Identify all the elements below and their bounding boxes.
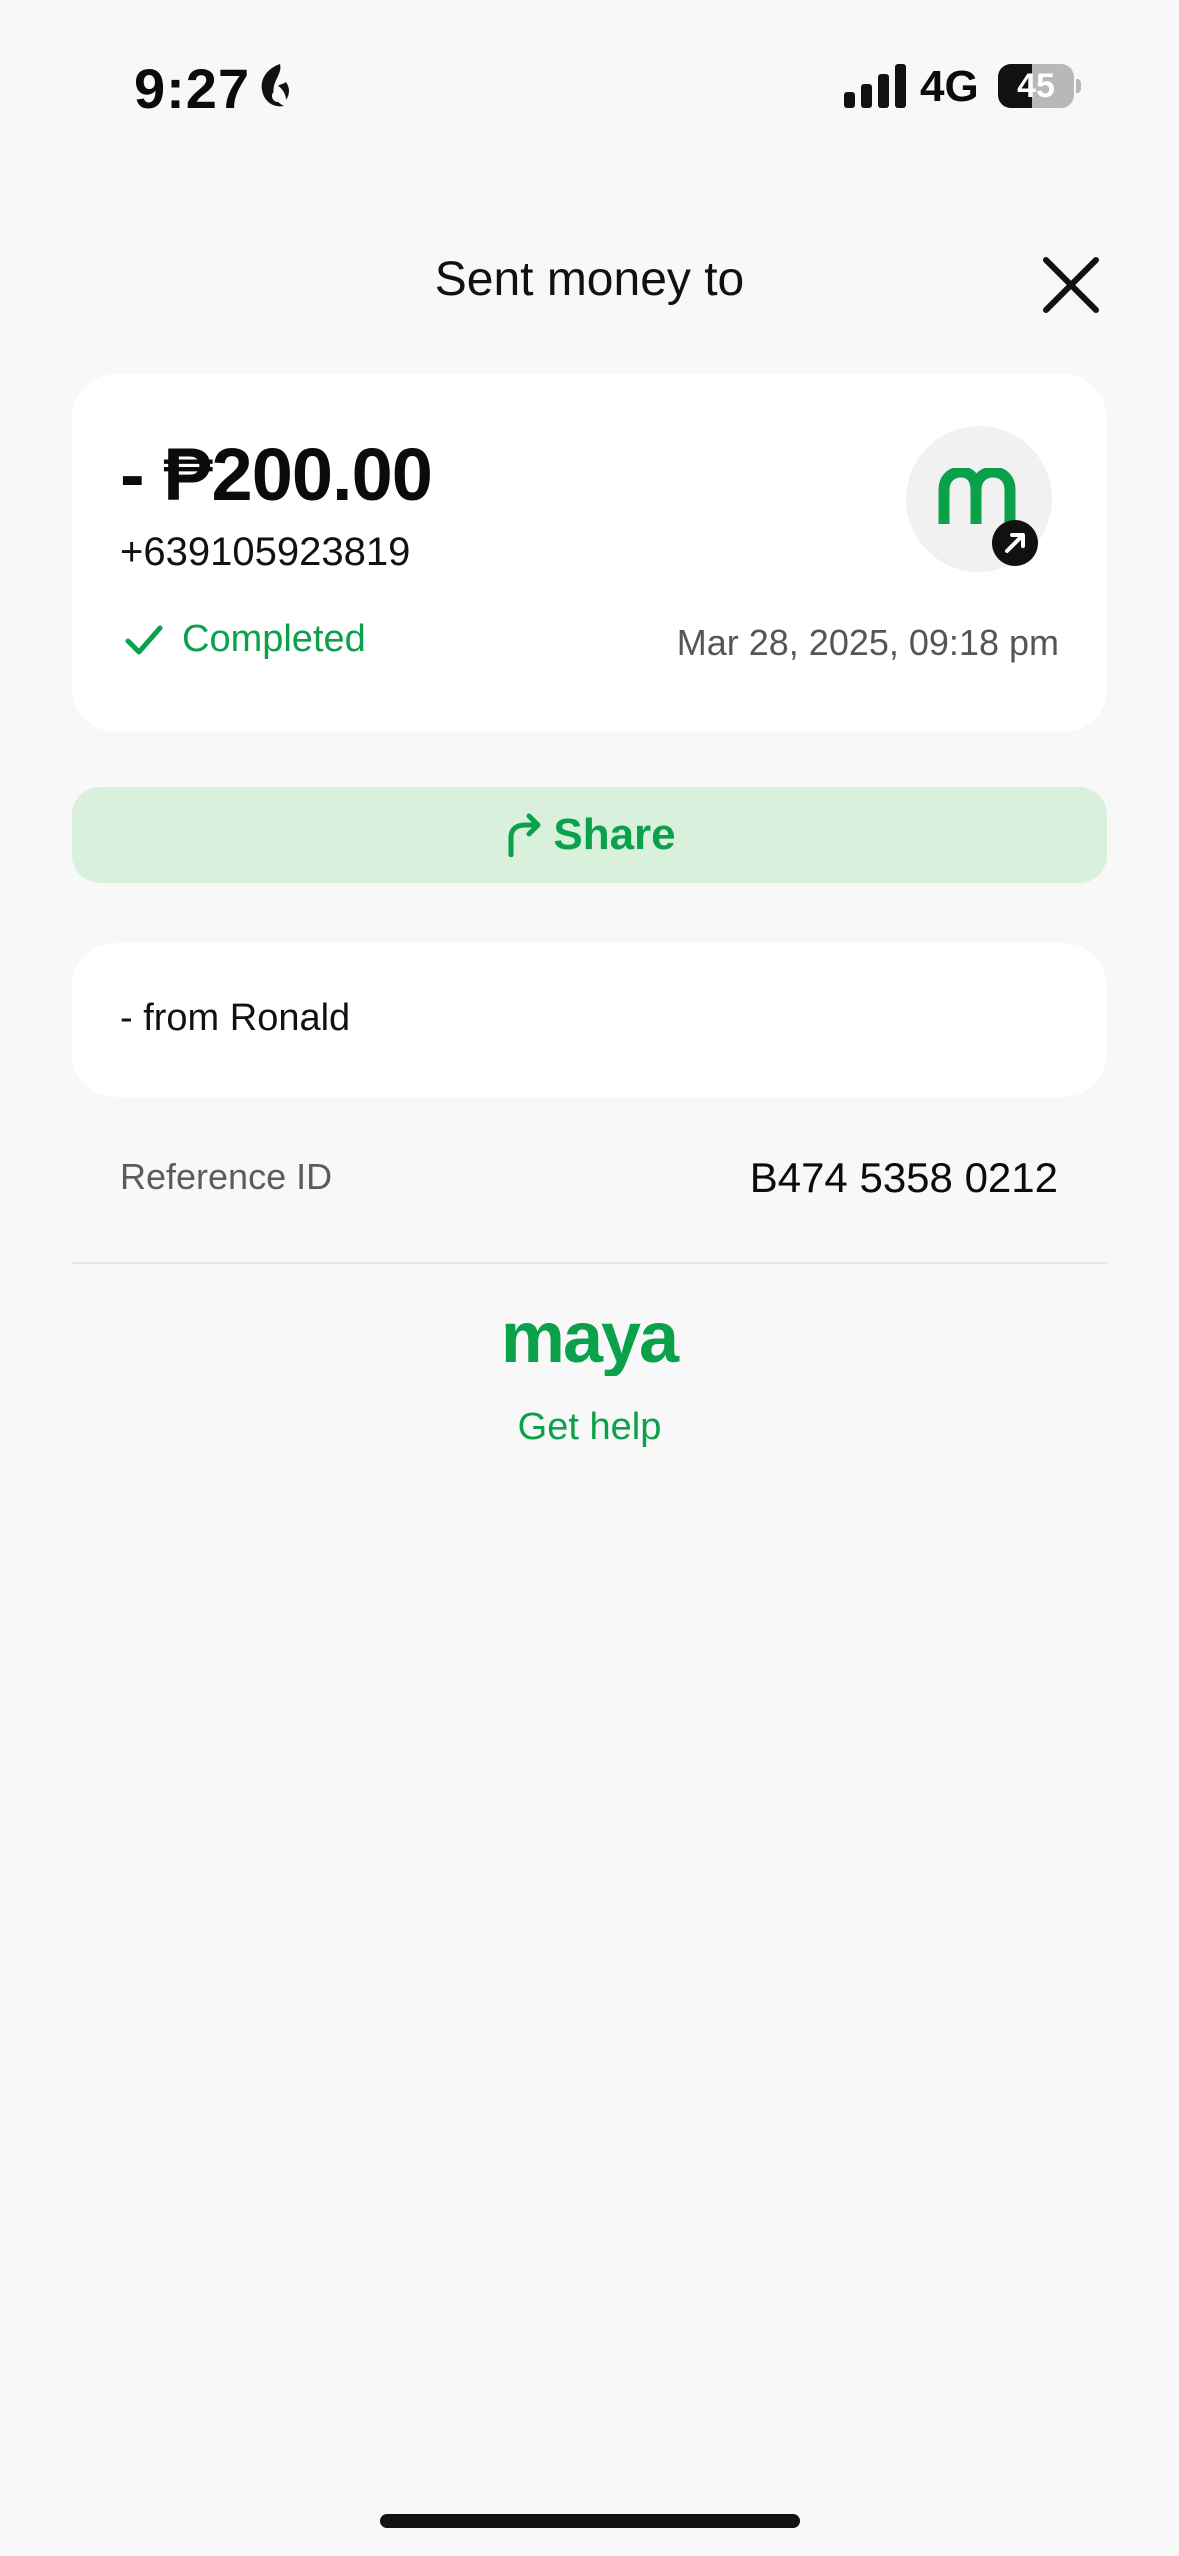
share-arrow-icon (508, 813, 541, 857)
network-type: 4G (920, 62, 979, 111)
reference-id-value: B474 5358 0212 (749, 1154, 1058, 1201)
status-bar: 9:27 4G 45 (0, 0, 1179, 150)
recipient-number: +639105923819 (120, 530, 411, 574)
close-icon[interactable] (1040, 254, 1102, 316)
maya-m-icon (938, 468, 1016, 524)
arrow-up-right-icon (1005, 533, 1025, 553)
focus-moon-icon (261, 64, 289, 107)
sent-badge (992, 520, 1038, 566)
transaction-timestamp: Mar 28, 2025, 09:18 pm (676, 622, 1059, 663)
share-button[interactable]: Share (72, 787, 1107, 883)
recipient-avatar (906, 426, 1052, 572)
transaction-summary-card: - ₱200.00 +639105923819 Completed Mar 28… (72, 374, 1107, 732)
page-title: Sent money to (434, 253, 745, 306)
reference-id-label: Reference ID (120, 1156, 333, 1197)
status-label: Completed (182, 618, 366, 660)
svg-text:maya: maya (501, 1310, 680, 1376)
transaction-amount: - ₱200.00 (120, 433, 433, 516)
status-time: 9:27 (134, 57, 251, 120)
battery-icon: 45 (998, 64, 1081, 108)
transaction-note: - from Ronald (120, 997, 351, 1039)
check-icon (125, 625, 163, 654)
home-indicator[interactable] (380, 2514, 800, 2528)
battery-level: 45 (1017, 67, 1055, 105)
status-badge: Completed (124, 618, 366, 661)
share-label: Share (553, 810, 676, 859)
note-card: - from Ronald (72, 943, 1107, 1097)
maya-logo: maya (501, 1310, 682, 1376)
signal-icon (844, 64, 906, 108)
get-help-link[interactable]: Get help (0, 1406, 1179, 1449)
divider (72, 1262, 1107, 1264)
